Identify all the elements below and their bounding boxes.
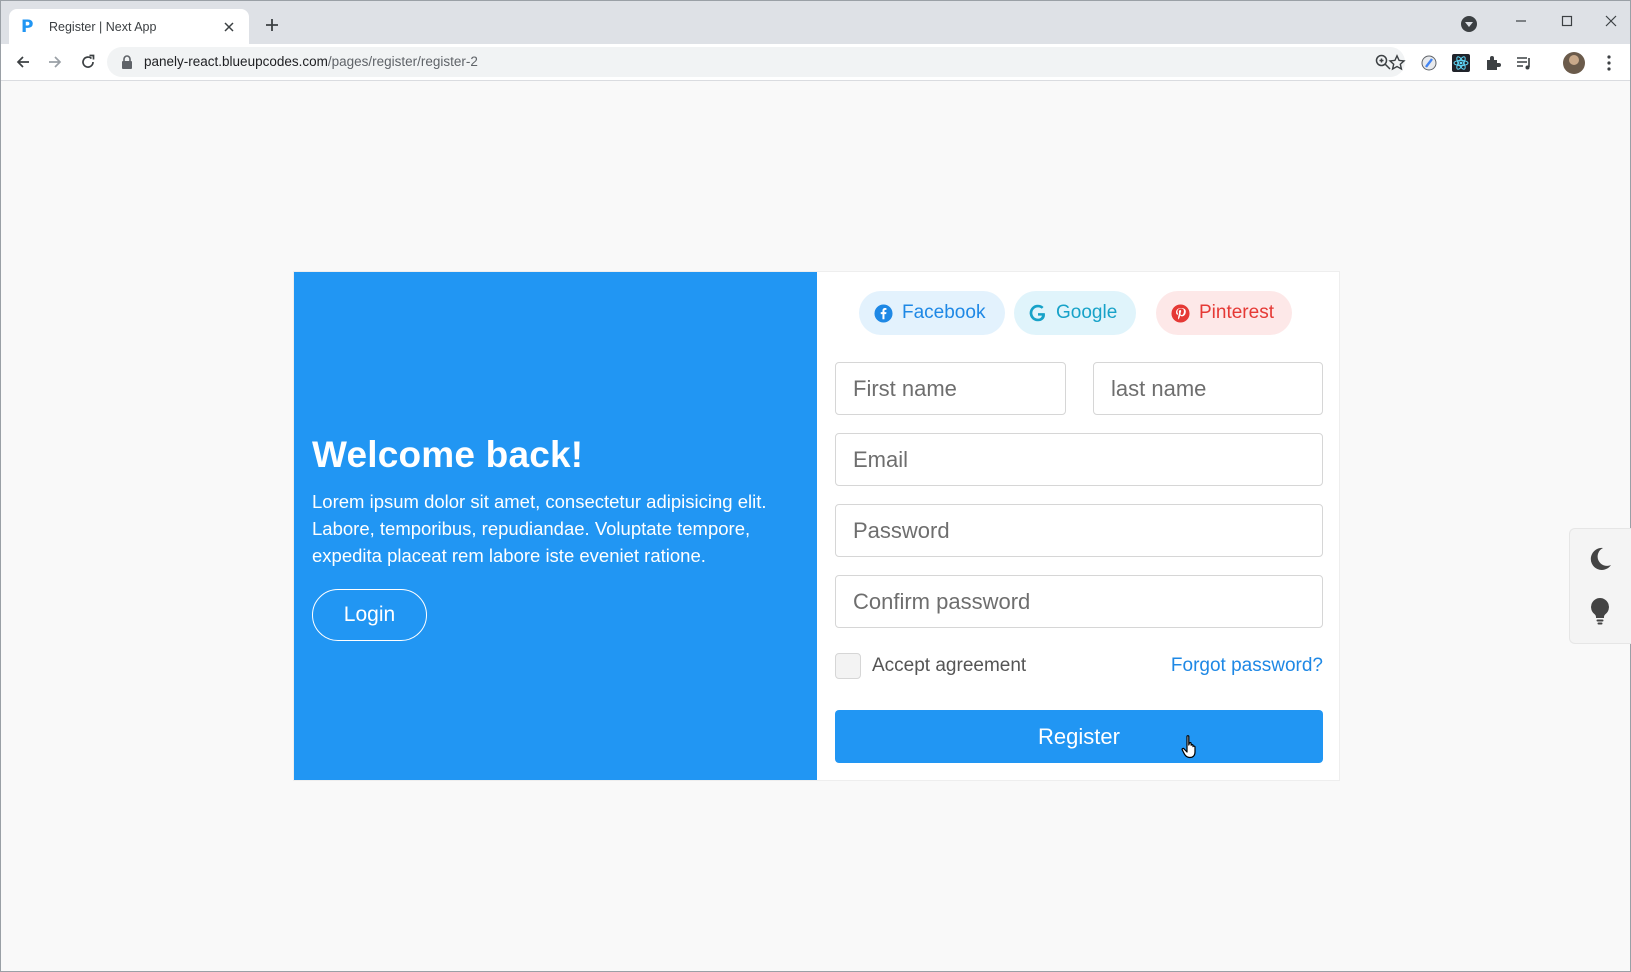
tab-title: Register | Next App [49,19,157,34]
forward-icon[interactable] [45,52,65,72]
last-name-input[interactable] [1093,362,1323,415]
hand-cursor-icon [1181,735,1196,759]
new-tab-icon[interactable] [263,16,281,34]
welcome-title: Welcome back! [312,433,584,475]
reading-list-icon[interactable] [1514,53,1534,73]
google-label: Google [1056,302,1118,323]
extension-icon[interactable] [1419,53,1439,73]
moon-icon[interactable] [1584,543,1616,575]
facebook-icon [874,303,893,323]
close-tab-icon[interactable] [221,19,237,35]
lock-icon[interactable] [121,55,133,69]
tab-search-icon[interactable] [1461,16,1477,32]
facebook-login-button[interactable]: Facebook [859,291,1005,335]
forgot-password-link[interactable]: Forgot password? [1171,655,1323,677]
browser-tab[interactable]: P Register | Next App [9,9,249,44]
close-window-icon[interactable] [1601,11,1621,31]
password-input[interactable] [835,504,1323,557]
theme-toolbox [1569,528,1631,644]
pinterest-label: Pinterest [1199,302,1274,323]
welcome-text: Lorem ipsum dolor sit amet, consectetur … [312,490,767,566]
login-button[interactable]: Login [312,588,427,641]
reload-icon[interactable] [78,52,98,72]
react-devtools-icon[interactable] [1451,53,1471,73]
register-button[interactable]: Register [835,710,1323,763]
accept-agreement-label[interactable]: Accept agreement [872,655,1026,677]
bookmark-star-icon[interactable] [1387,53,1407,73]
maximize-icon[interactable] [1557,11,1577,31]
panely-favicon-icon: P [21,16,34,37]
puzzle-extensions-icon[interactable] [1483,53,1503,73]
pinterest-login-button[interactable]: Pinterest [1156,291,1292,335]
agreement-row: Accept agreement Forgot password? [835,652,1323,680]
welcome-panel: Welcome back! Lorem ipsum dolor sit amet… [294,272,817,780]
email-input[interactable] [835,433,1323,486]
url-text: panely-react.blueupcodes.com/pages/regis… [144,54,478,69]
profile-avatar[interactable] [1563,52,1585,74]
accept-agreement-checkbox[interactable] [835,653,861,679]
address-bar[interactable]: panely-react.blueupcodes.com/pages/regis… [107,47,1405,77]
register-form: Facebook Google Pinterest Accept agreeme… [817,272,1339,780]
google-icon [1029,304,1045,322]
register-card: Welcome back! Lorem ipsum dolor sit amet… [293,271,1340,781]
first-name-input[interactable] [835,362,1066,415]
kebab-menu-icon[interactable] [1599,53,1619,73]
lightbulb-icon[interactable] [1584,595,1616,627]
browser-tabstrip: P Register | Next App [1,1,1630,44]
confirm-password-input[interactable] [835,575,1323,628]
browser-toolbar: panely-react.blueupcodes.com/pages/regis… [1,44,1630,81]
back-icon[interactable] [13,52,33,72]
facebook-label: Facebook [902,302,986,323]
minimize-icon[interactable] [1511,11,1531,31]
google-login-button[interactable]: Google [1014,291,1136,335]
pinterest-icon [1171,303,1190,323]
